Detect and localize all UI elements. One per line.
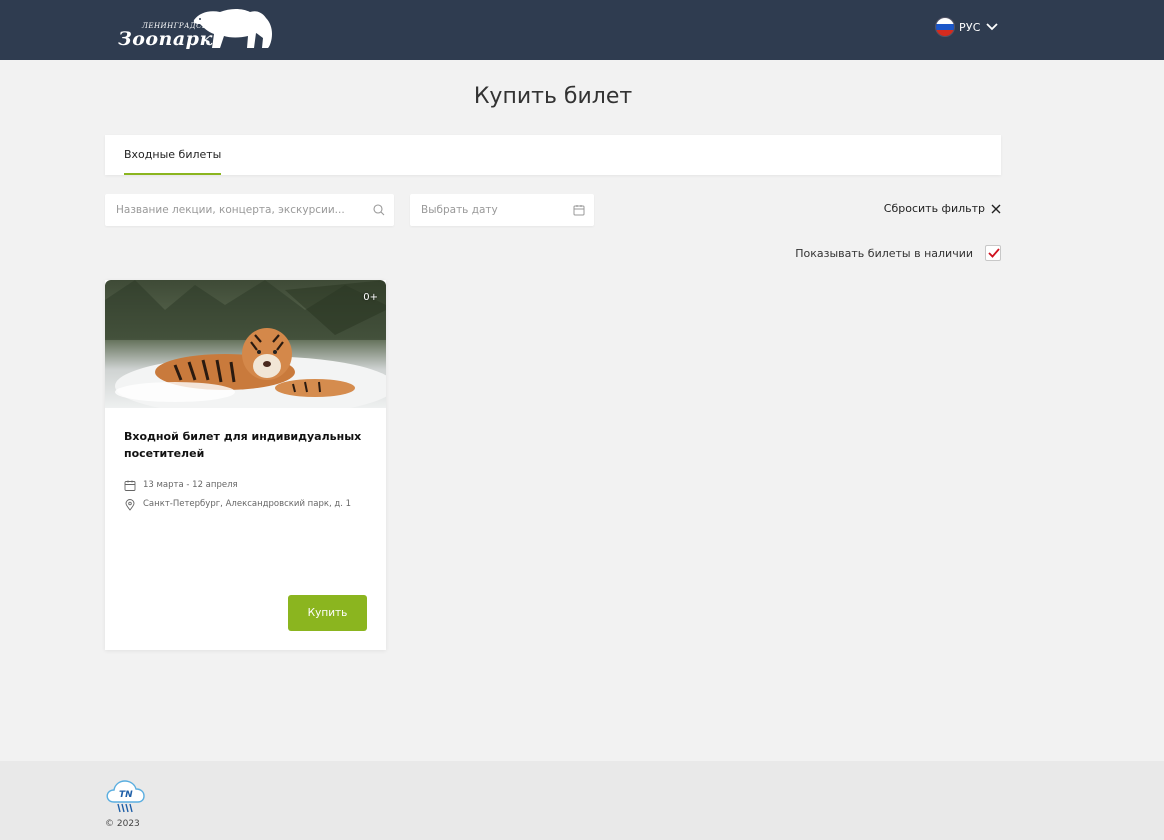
search-input[interactable] xyxy=(105,194,367,226)
date-input[interactable] xyxy=(410,194,570,226)
in-stock-label: Показывать билеты в наличии xyxy=(795,246,973,260)
polar-bear-icon xyxy=(193,9,272,48)
reset-filter-label: Сбросить фильтр xyxy=(883,202,985,215)
calendar-icon[interactable] xyxy=(573,204,585,216)
close-icon xyxy=(991,204,1001,213)
location-pin-icon xyxy=(125,499,135,511)
calendar-icon xyxy=(124,480,136,491)
search-box xyxy=(105,194,394,226)
ticket-dates-text: 13 марта - 12 апреля xyxy=(143,480,238,490)
site-footer: TN © 2023 xyxy=(0,761,1164,840)
zoo-logo[interactable]: ЛЕНИНГРАДСКИЙ Зоопарк xyxy=(118,6,278,52)
site-header: ЛЕНИНГРАДСКИЙ Зоопарк РУС xyxy=(0,0,1164,60)
language-switcher[interactable]: РУС xyxy=(935,16,998,38)
copyright-text: © 2023 xyxy=(105,819,140,829)
ticket-location-text: Санкт-Петербург, Александровский парк, д… xyxy=(143,499,352,509)
language-label: РУС xyxy=(959,20,981,34)
footer-logo-text: TN xyxy=(119,790,133,800)
ticket-title[interactable]: Входной билет для индивидуальных посетит… xyxy=(124,428,368,462)
russia-flag-icon xyxy=(935,17,955,37)
ticket-dates: 13 марта - 12 апреля xyxy=(124,480,368,491)
in-stock-checkbox[interactable] xyxy=(985,245,1001,261)
in-stock-filter[interactable]: Показывать билеты в наличии xyxy=(795,245,1001,261)
ticket-card: 0+ Входной билет для индивидуальных посе… xyxy=(105,280,386,650)
ticketnet-cloud-logo[interactable]: TN xyxy=(105,778,145,814)
page-title: Купить билет xyxy=(473,84,633,109)
tab-entrance-tickets[interactable]: Входные билеты xyxy=(124,135,222,175)
reset-filter-button[interactable]: Сбросить фильтр xyxy=(884,202,1001,215)
age-rating-badge: 0+ xyxy=(363,292,378,303)
date-picker xyxy=(410,194,594,226)
tabs-bar: Входные билеты xyxy=(105,135,1001,175)
tiger-in-snow-image[interactable]: 0+ xyxy=(105,280,386,408)
ticket-location: Санкт-Петербург, Александровский парк, д… xyxy=(124,499,368,511)
buy-button[interactable]: Купить xyxy=(288,595,367,631)
checkmark-icon xyxy=(988,248,1000,258)
search-icon[interactable] xyxy=(373,204,385,216)
chevron-down-icon xyxy=(985,23,998,31)
